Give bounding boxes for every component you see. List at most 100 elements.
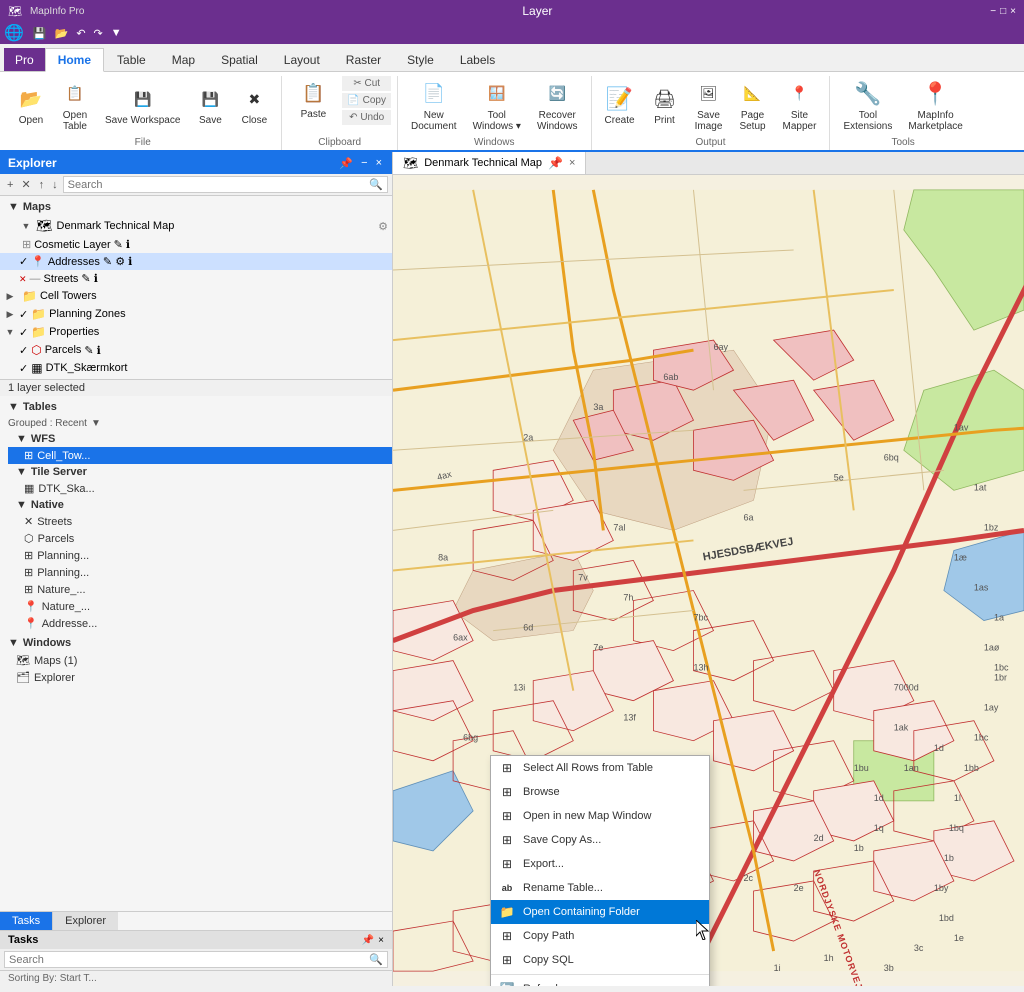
save-button[interactable]: 💾 Save [189, 82, 231, 129]
planning1-native-entry[interactable]: ⊞ Planning... [8, 547, 392, 564]
ctx-open-new-map[interactable]: ⊞ Open in new Map Window [491, 804, 709, 828]
planning-zones-item[interactable]: ▶ ✓ 📁 Planning Zones [0, 305, 392, 323]
svg-text:1a: 1a [994, 613, 1004, 623]
ctx-select-all[interactable]: ⊞ Select All Rows from Table [491, 756, 709, 780]
ctx-browse[interactable]: ⊞ Browse [491, 780, 709, 804]
parcels-native-entry[interactable]: ⬡ Parcels [8, 530, 392, 547]
tasks-pin-btn[interactable]: 📌 [362, 935, 374, 946]
denmark-technical-map-item[interactable]: ▼ 🗺 Denmark Technical Map ⚙ [0, 216, 392, 236]
maps-header[interactable]: ▼ Maps [0, 198, 392, 216]
svg-text:1bd: 1bd [939, 913, 954, 923]
tab-home[interactable]: Home [45, 48, 104, 72]
parcels-item[interactable]: ✓ ⬡ Parcels ✎ ℹ [0, 341, 392, 359]
explorer-minimize-button[interactable]: − [359, 157, 369, 170]
tab-raster[interactable]: Raster [333, 48, 394, 71]
explorer-settings-button[interactable]: × [374, 157, 384, 170]
ctx-refresh[interactable]: 🔄 Refresh [491, 977, 709, 986]
map-canvas[interactable]: .map-bg { fill: #f5f0d8; } .road-main { … [393, 175, 1024, 986]
explorer-window-entry[interactable]: 🗂 Explorer [0, 669, 392, 686]
recover-windows-button[interactable]: 🔄 RecoverWindows [530, 77, 585, 135]
qa-open-button[interactable]: 📂 [52, 26, 72, 41]
cell-towers-table-entry[interactable]: ⊞ Cell_Tow... [8, 447, 392, 464]
close-button[interactable]: × [1010, 6, 1016, 17]
tab-layout[interactable]: Layout [271, 48, 333, 71]
denmark-map-tab[interactable]: 🗺 Denmark Technical Map 📌 × [393, 152, 586, 174]
qa-custom-button[interactable]: ▼ [108, 26, 125, 40]
tool-windows-button[interactable]: 🪟 ToolWindows ▾ [466, 77, 528, 135]
dtk-table-entry[interactable]: ▦ DTK_Ska... [8, 480, 392, 497]
undo-button[interactable]: ↶ Undo [342, 110, 391, 125]
mapinfo-marketplace-button[interactable]: 📍 MapInfoMarketplace [901, 77, 969, 135]
wfs-text: WFS [31, 433, 55, 445]
cut-button[interactable]: ✂ Cut [342, 76, 391, 91]
open-button[interactable]: 📂 Open [10, 82, 52, 129]
site-mapper-button[interactable]: 📍 SiteMapper [776, 77, 824, 135]
ctx-rename[interactable]: ab Rename Table... [491, 876, 709, 900]
tab-pro[interactable]: Pro [4, 48, 45, 71]
delete-item-button[interactable]: ✕ [18, 177, 33, 192]
maps-window-entry[interactable]: 🗺 Maps (1) [0, 652, 392, 669]
streets-checkbox[interactable]: ✕ [19, 273, 27, 285]
print-button[interactable]: 🖨 Print [644, 82, 686, 129]
explorer-search-input[interactable] [68, 179, 370, 191]
tab-style[interactable]: Style [394, 48, 447, 71]
maximize-button[interactable]: □ [1000, 6, 1006, 17]
cell-towers-item[interactable]: ▶ 📁 Cell Towers [0, 287, 392, 305]
move-up-button[interactable]: ↑ [36, 178, 48, 192]
new-document-button[interactable]: 📄 NewDocument [404, 77, 464, 135]
tasks-search-input[interactable] [9, 954, 369, 966]
page-setup-button[interactable]: 📐 PageSetup [732, 77, 774, 135]
move-down-button[interactable]: ↓ [49, 178, 61, 192]
explorer-tab[interactable]: Explorer [53, 912, 118, 930]
close-file-button[interactable]: ✖ Close [233, 82, 275, 129]
tab-spatial[interactable]: Spatial [208, 48, 271, 71]
copy-button[interactable]: 📄 Copy [342, 93, 391, 108]
nature2-native-entry[interactable]: 📍 Nature_... [8, 598, 392, 615]
ctx-copy-sql[interactable]: ⊞ Copy SQL [491, 948, 709, 972]
explorer-pin-button[interactable]: 📌 [337, 157, 355, 170]
tool-extensions-button[interactable]: 🔧 ToolExtensions [836, 77, 899, 135]
cut-icon: ✂ Cut [353, 78, 380, 89]
qa-redo-button[interactable]: ↷ [91, 26, 106, 41]
save-workspace-button[interactable]: 💾 Save Workspace [98, 82, 187, 129]
native-label[interactable]: ▼ Native [8, 497, 392, 513]
tasks-tab[interactable]: Tasks [0, 912, 53, 930]
tile-server-label[interactable]: ▼ Tile Server [8, 464, 392, 480]
planning-zones-checkbox[interactable]: ✓ [19, 308, 28, 321]
tasks-close-btn[interactable]: × [378, 935, 384, 946]
wfs-label[interactable]: ▼ WFS [8, 431, 392, 447]
properties-checkbox[interactable]: ✓ [19, 326, 28, 339]
ctx-save-copy[interactable]: ⊞ Save Copy As... [491, 828, 709, 852]
save-image-button[interactable]: 🖼 SaveImage [688, 77, 730, 135]
map-tab-close-icon[interactable]: × [569, 157, 575, 169]
properties-item[interactable]: ▼ ✓ 📁 Properties [0, 323, 392, 341]
cosmetic-layer-item[interactable]: ⊞ Cosmetic Layer ✎ ℹ [0, 236, 392, 253]
windows-header[interactable]: ▼ Windows [0, 634, 392, 652]
tab-labels[interactable]: Labels [447, 48, 508, 71]
paste-button[interactable]: 📋 Paste [288, 76, 338, 125]
tab-table[interactable]: Table [104, 48, 159, 71]
addresses-item[interactable]: ✓ 📍 Addresses ✎ ⚙ ℹ [0, 253, 392, 270]
planning2-native-entry[interactable]: ⊞ Planning... [8, 564, 392, 581]
qa-save-button[interactable]: 💾 [30, 26, 50, 41]
add-item-button[interactable]: + [4, 178, 16, 192]
tab-map[interactable]: Map [159, 48, 208, 71]
qa-undo-button[interactable]: ↶ [73, 26, 88, 41]
addresses-checkbox[interactable]: ✓ [19, 255, 28, 268]
streets-native-entry[interactable]: ✕ Streets [8, 513, 392, 530]
dtk-checkbox[interactable]: ✓ [19, 362, 28, 375]
ctx-copy-path[interactable]: ⊞ Copy Path [491, 924, 709, 948]
create-button[interactable]: 📝 Create [598, 82, 642, 129]
open-table-button[interactable]: 📋 OpenTable [54, 77, 96, 135]
addresses-native-entry[interactable]: 📍 Addresse... [8, 615, 392, 632]
ctx-open-folder[interactable]: 📁 Open Containing Folder [491, 900, 709, 924]
grouped-recent[interactable]: Grouped : Recent ▼ [0, 416, 392, 431]
streets-item[interactable]: ✕ — Streets ✎ ℹ [0, 270, 392, 287]
nature1-native-entry[interactable]: ⊞ Nature_... [8, 581, 392, 598]
ctx-export[interactable]: ⊞ Export... [491, 852, 709, 876]
dtk-skarmkort-item[interactable]: ✓ ▦ DTK_Skærmkort [0, 359, 392, 377]
minimize-button[interactable]: − [990, 6, 996, 17]
parcels-checkbox[interactable]: ✓ [19, 344, 28, 357]
tables-header[interactable]: ▼ Tables [0, 398, 392, 416]
dtk-table-label: DTK_Ska... [38, 483, 94, 495]
